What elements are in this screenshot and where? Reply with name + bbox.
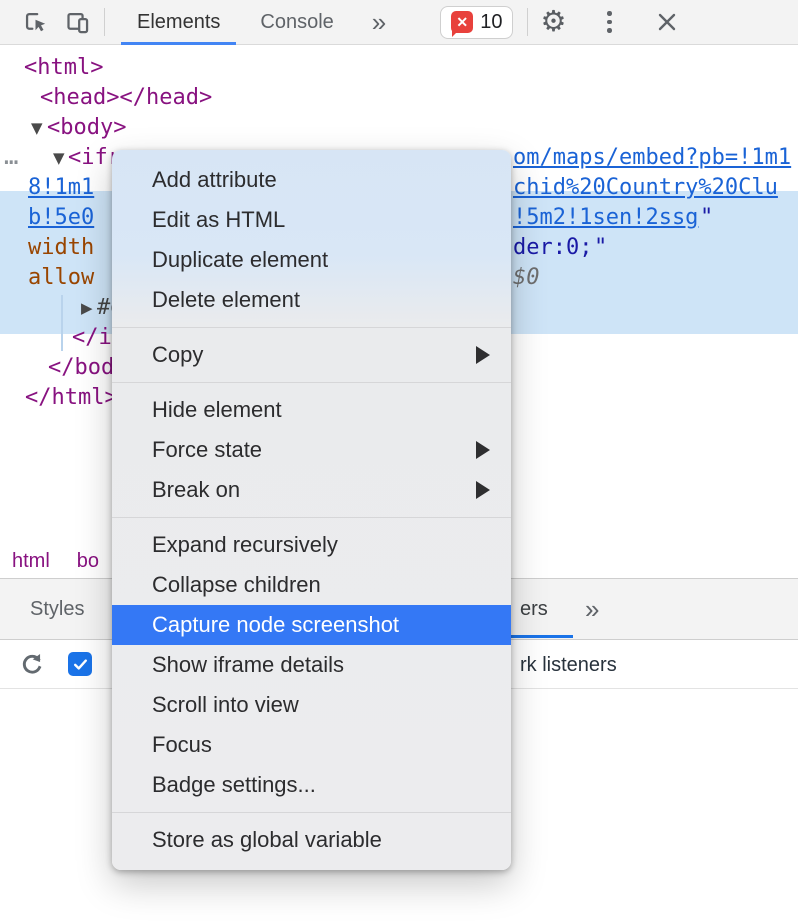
menu-item-label: Expand recursively: [152, 532, 338, 558]
dom-node-body-close[interactable]: </bod: [48, 353, 114, 383]
dom-node-html[interactable]: <html>: [24, 53, 103, 83]
submenu-arrow-icon: [476, 346, 490, 364]
iframe-src-link[interactable]: 8!1m1: [28, 173, 94, 203]
console-error-badge[interactable]: ✕ 10: [440, 6, 513, 39]
active-tab-underline: [121, 42, 236, 45]
refresh-icon: [18, 651, 46, 679]
dom-node-head[interactable]: <head></head>: [40, 83, 212, 113]
breadcrumb-body[interactable]: bo: [77, 550, 99, 573]
menu-item-label: Capture node screenshot: [152, 612, 399, 638]
more-tabs-icon[interactable]: »: [362, 9, 396, 35]
menu-item-collapse-children[interactable]: Collapse children: [112, 565, 511, 605]
menu-item-label: Delete element: [152, 287, 300, 313]
tab-console[interactable]: Console: [240, 0, 353, 45]
menu-item-focus[interactable]: Focus: [112, 725, 511, 765]
toolbar-separator: [527, 8, 528, 36]
collapse-arrow-icon[interactable]: ▼: [31, 113, 43, 143]
menu-separator: [112, 517, 511, 519]
iframe-style-value: der:0;: [513, 233, 592, 263]
context-menu: Add attribute Edit as HTML Duplicate ele…: [112, 150, 511, 870]
tab-event-listeners[interactable]: ers: [520, 579, 548, 639]
error-count: 10: [480, 11, 502, 34]
dollar-zero-hint: $0: [513, 263, 540, 293]
menu-item-label: Break on: [152, 477, 240, 503]
iframe-src-link[interactable]: chid%20Country%20Clu: [513, 173, 778, 203]
node-overflow-ellipsis-icon[interactable]: …: [4, 141, 19, 171]
device-toolbar-icon: [64, 9, 91, 36]
more-sidebar-tabs-icon[interactable]: »: [585, 579, 599, 639]
menu-item-force-state[interactable]: Force state: [112, 430, 511, 470]
tab-styles[interactable]: Styles: [30, 579, 84, 639]
inspect-cursor-icon: [22, 9, 49, 36]
menu-item-label: Collapse children: [152, 572, 321, 598]
menu-item-label: Show iframe details: [152, 652, 344, 678]
menu-item-show-iframe-details[interactable]: Show iframe details: [112, 645, 511, 685]
attr-closing-quote: ": [594, 233, 607, 263]
menu-item-expand-recursively[interactable]: Expand recursively: [112, 525, 511, 565]
refresh-listeners-button[interactable]: [18, 651, 46, 684]
menu-item-label: Edit as HTML: [152, 207, 285, 233]
menu-item-label: Copy: [152, 342, 203, 368]
active-sidebar-tab-underline: [505, 635, 573, 638]
menu-item-duplicate-element[interactable]: Duplicate element: [112, 240, 511, 280]
menu-item-label: Badge settings...: [152, 772, 316, 798]
menu-item-hide-element[interactable]: Hide element: [112, 390, 511, 430]
iframe-src-link[interactable]: om/maps/embed?pb=!1m1: [513, 143, 791, 173]
tab-elements[interactable]: Elements: [117, 0, 240, 45]
submenu-arrow-icon: [476, 441, 490, 459]
device-toolbar-toggle[interactable]: [60, 5, 94, 39]
collapse-arrow-icon[interactable]: ▼: [53, 143, 65, 173]
menu-item-add-attribute[interactable]: Add attribute: [112, 160, 511, 200]
settings-gear-icon[interactable]: ⚙: [536, 5, 570, 39]
close-icon: [655, 10, 679, 34]
menu-item-label: Duplicate element: [152, 247, 328, 273]
menu-item-label: Store as global variable: [152, 827, 382, 853]
menu-item-break-on[interactable]: Break on: [112, 470, 511, 510]
inspect-element-icon[interactable]: [18, 5, 52, 39]
iframe-allow-attr[interactable]: allow: [28, 263, 94, 293]
dom-node-html-close[interactable]: </html>: [25, 383, 118, 413]
tab-event-listeners-label: ers: [520, 598, 548, 621]
breadcrumb-html[interactable]: html: [12, 550, 50, 573]
menu-item-badge-settings[interactable]: Badge settings...: [112, 765, 511, 805]
iframe-src-link[interactable]: b!5e0: [28, 203, 94, 233]
indent-guide-line: [61, 295, 63, 351]
menu-item-label: Focus: [152, 732, 212, 758]
expand-arrow-icon[interactable]: ▶: [81, 293, 93, 323]
toolbar-separator: [104, 8, 105, 36]
dom-node-body[interactable]: <body>: [47, 113, 126, 143]
menu-separator: [112, 812, 511, 814]
checkmark-icon: [72, 656, 89, 673]
menu-item-label: Force state: [152, 437, 262, 463]
menu-item-store-as-global-variable[interactable]: Store as global variable: [112, 820, 511, 860]
error-icon: ✕: [451, 11, 473, 33]
menu-item-delete-element[interactable]: Delete element: [112, 280, 511, 320]
framework-listeners-label: rk listeners: [520, 641, 617, 689]
menu-item-label: Scroll into view: [152, 692, 299, 718]
devtools-menu-icon[interactable]: [592, 5, 626, 39]
devtools-toolbar: Elements Console » ✕ 10 ⚙: [0, 0, 798, 45]
ancestors-checkbox[interactable]: [68, 652, 92, 676]
menu-separator: [112, 382, 511, 384]
menu-item-edit-as-html[interactable]: Edit as HTML: [112, 200, 511, 240]
close-devtools-icon[interactable]: [650, 5, 684, 39]
submenu-arrow-icon: [476, 481, 490, 499]
menu-item-capture-node-screenshot[interactable]: Capture node screenshot: [112, 605, 511, 645]
menu-item-copy[interactable]: Copy: [112, 335, 511, 375]
tab-console-label: Console: [260, 11, 333, 34]
attr-closing-quote: ": [700, 203, 713, 233]
tab-elements-label: Elements: [137, 11, 220, 34]
vertical-dots-icon: [607, 11, 612, 33]
tab-styles-label: Styles: [30, 598, 84, 621]
iframe-src-link[interactable]: !5m2!1sen!2ssg: [513, 203, 698, 233]
menu-separator: [112, 327, 511, 329]
iframe-width-attr[interactable]: width: [28, 233, 94, 263]
menu-item-label: Hide element: [152, 397, 282, 423]
menu-item-label: Add attribute: [152, 167, 277, 193]
devtools-window: Elements Console » ✕ 10 ⚙ <html> <he: [0, 0, 798, 921]
gear-glyph: ⚙: [540, 8, 566, 37]
menu-item-scroll-into-view[interactable]: Scroll into view: [112, 685, 511, 725]
